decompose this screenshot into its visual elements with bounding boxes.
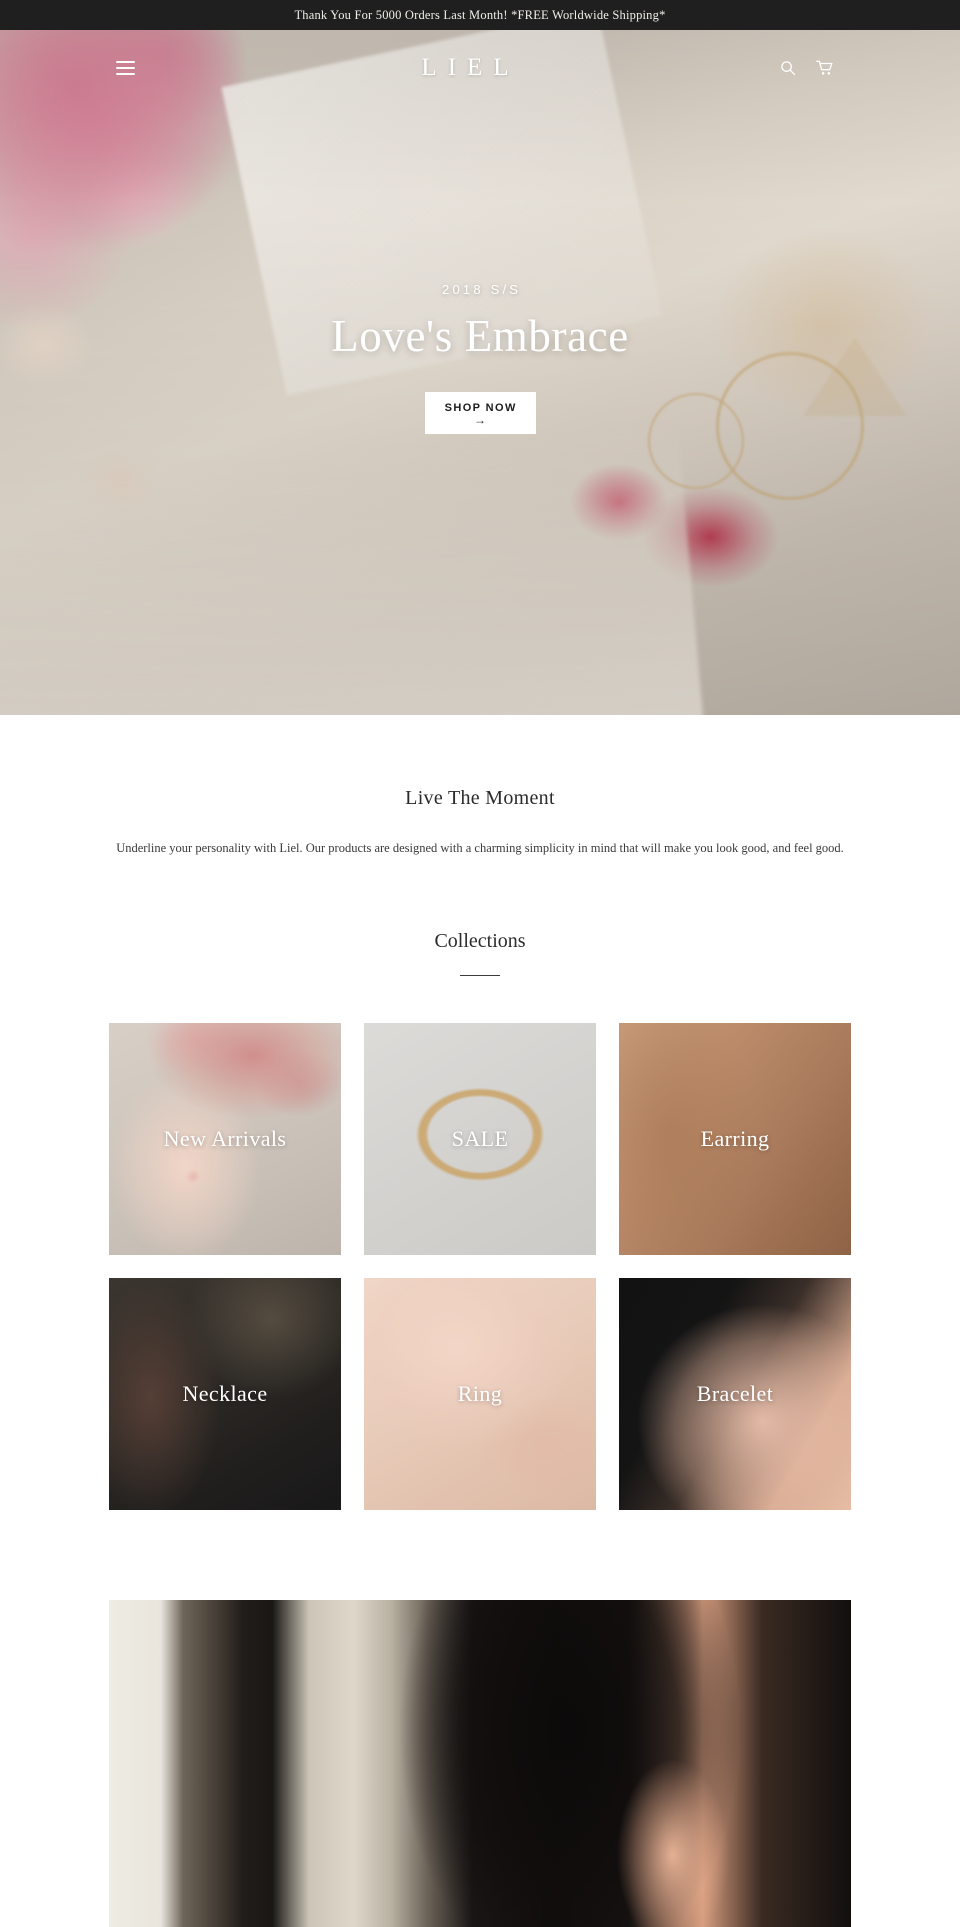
- intro-section: Live The Moment Underline your personali…: [0, 715, 960, 858]
- collection-tile-ring[interactable]: Ring: [364, 1278, 596, 1510]
- hamburger-line: [116, 73, 135, 75]
- collection-tile-necklace[interactable]: Necklace: [109, 1278, 341, 1510]
- collections-grid: New Arrivals SALE Earring Necklace Ring …: [109, 1023, 851, 1510]
- site-header: LIEL: [0, 30, 960, 106]
- announcement-text: Thank You For 5000 Orders Last Month! *F…: [294, 7, 666, 22]
- site-logo[interactable]: LIEL: [150, 54, 780, 82]
- intro-body: Underline your personality with Liel. Ou…: [116, 841, 844, 855]
- collection-label: SALE: [451, 1126, 509, 1151]
- hamburger-line: [116, 61, 135, 63]
- shop-now-button[interactable]: SHOP NOW →: [424, 392, 536, 434]
- collection-tile-bracelet[interactable]: Bracelet: [619, 1278, 851, 1510]
- search-icon[interactable]: [780, 60, 796, 76]
- hero-banner: LIEL 2018 S/S Love's Embrace SHOP NOW →: [0, 30, 960, 715]
- hamburger-line: [116, 67, 135, 69]
- intro-heading: Live The Moment: [405, 787, 555, 809]
- collection-label: Ring: [457, 1381, 503, 1406]
- shopping-cart-icon[interactable]: [816, 60, 834, 76]
- hero-kicker: 2018 S/S: [442, 282, 522, 297]
- collections-heading: Collections: [434, 930, 526, 952]
- header-actions: [780, 60, 834, 76]
- collection-label: Earring: [700, 1126, 770, 1151]
- feature-image-block[interactable]: [109, 1600, 851, 1927]
- hero-content: 2018 S/S Love's Embrace SHOP NOW →: [0, 282, 960, 434]
- hamburger-menu-icon[interactable]: [116, 51, 150, 85]
- announcement-bar: Thank You For 5000 Orders Last Month! *F…: [0, 0, 960, 30]
- collection-label: Necklace: [182, 1381, 268, 1406]
- heading-divider: [460, 975, 500, 976]
- feature-image: [109, 1600, 851, 1927]
- hero-title: Love's Embrace: [331, 311, 629, 361]
- collections-section: Collections New Arrivals SALE Earring Ne…: [0, 858, 960, 1510]
- collection-tile-new-arrivals[interactable]: New Arrivals: [109, 1023, 341, 1255]
- arrow-right-icon: →: [474, 413, 486, 427]
- collection-label: New Arrivals: [163, 1126, 287, 1151]
- collection-label: Bracelet: [696, 1381, 774, 1406]
- collection-tile-earring[interactable]: Earring: [619, 1023, 851, 1255]
- collection-tile-sale[interactable]: SALE: [364, 1023, 596, 1255]
